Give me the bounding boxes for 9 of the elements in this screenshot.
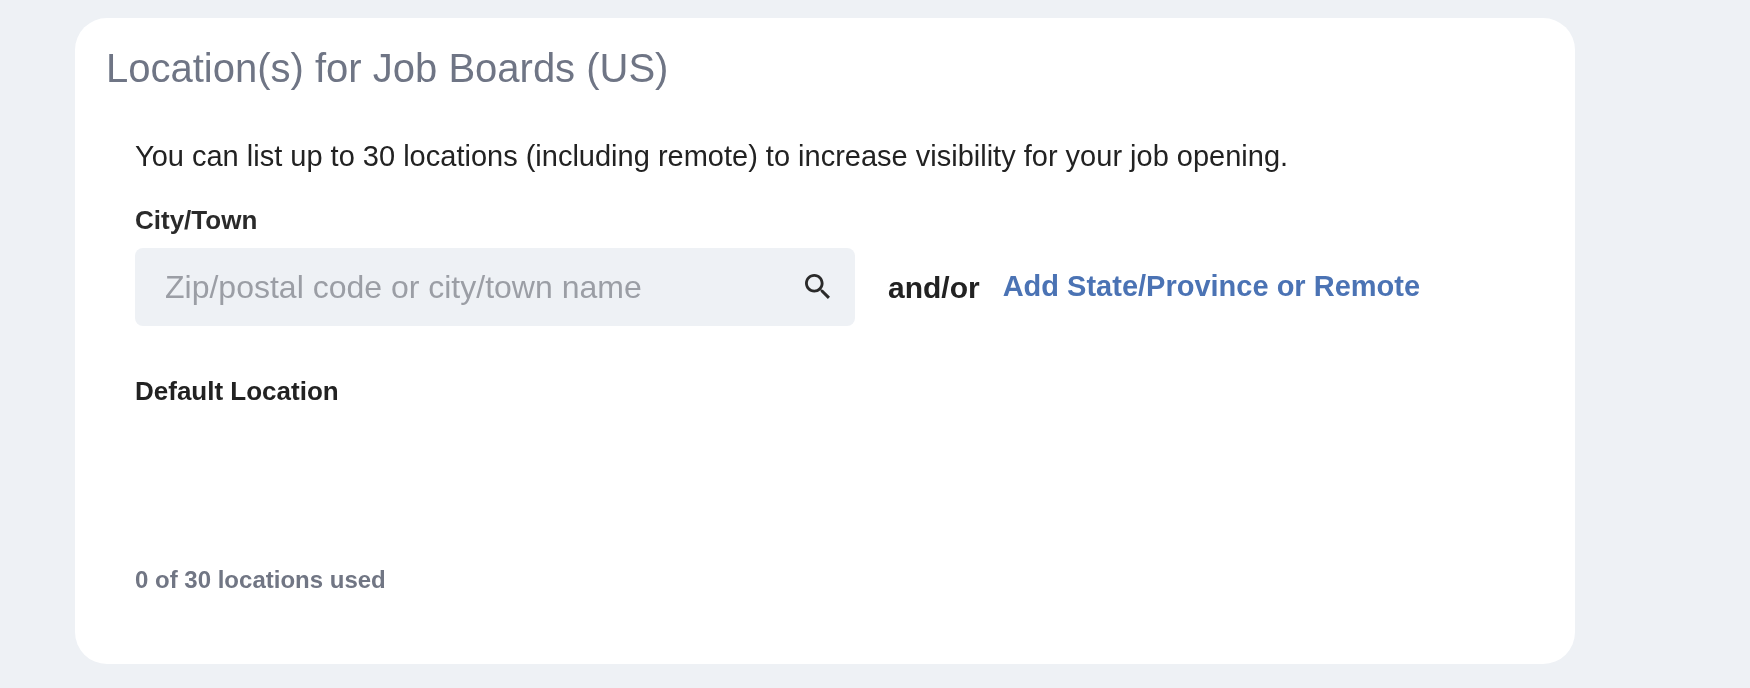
city-field-label: City/Town [135,204,258,236]
default-location-label: Default Location [135,375,339,407]
usage-count-text: 0 of 30 locations used [135,565,386,595]
search-icon [805,274,830,299]
add-location-link[interactable]: Add State/Province or Remote [1002,265,1421,309]
separator-text: and/or [888,269,980,306]
panel-title: Location(s) for Job Boards (US) [106,45,669,92]
description-text: You can list up to 30 locations (including remote) to increase visibility for your job opening. [135,139,1289,174]
search-field[interactable]: Zip/postal code or city/town name [135,248,855,326]
